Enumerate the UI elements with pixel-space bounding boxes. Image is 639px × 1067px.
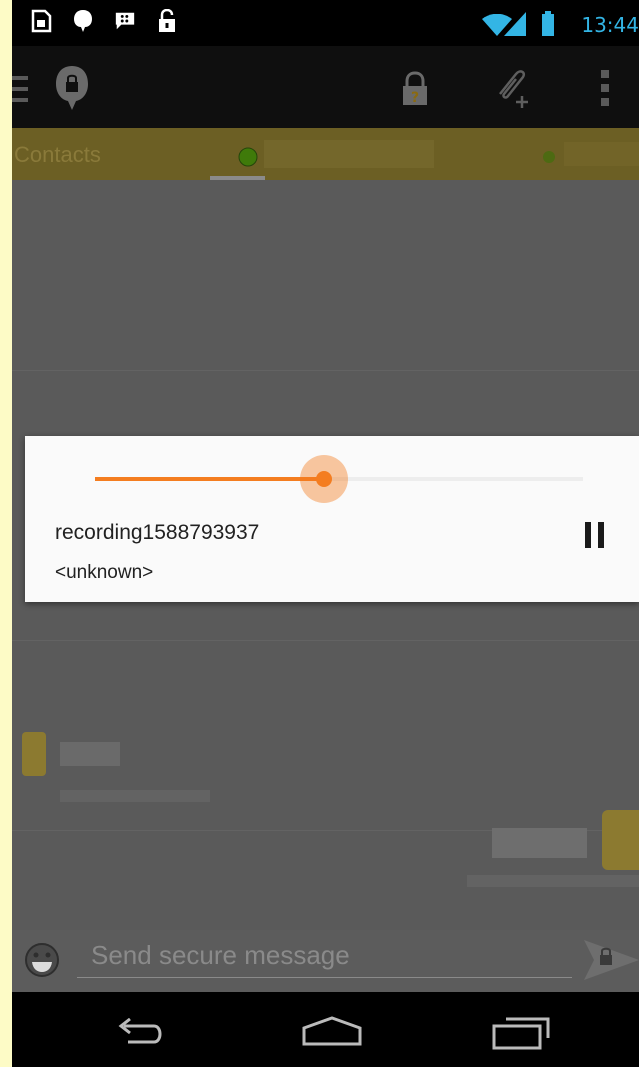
nav-bar — [12, 992, 639, 1067]
home-icon[interactable] — [302, 1016, 362, 1046]
received-timestamp-blurred — [60, 790, 210, 802]
send-lock-icon[interactable] — [584, 938, 639, 980]
audio-player-dialog: recording1588793937 <unknown> — [25, 436, 639, 602]
divider — [12, 370, 639, 371]
bbm-icon — [114, 10, 136, 32]
recording-artist: <unknown> — [55, 562, 154, 583]
battery-icon — [542, 11, 554, 36]
recents-icon[interactable] — [492, 1016, 552, 1050]
message-input[interactable]: Send secure message — [77, 936, 572, 978]
online-dot-icon-2 — [543, 151, 555, 163]
sent-timestamp-blurred — [467, 875, 639, 887]
pause-icon[interactable] — [585, 522, 609, 548]
back-icon[interactable] — [116, 1018, 166, 1046]
menu-icon[interactable] — [12, 76, 28, 102]
tab-conversation-blurred[interactable] — [264, 140, 434, 168]
tab-extra-blurred[interactable] — [564, 142, 639, 166]
lock-question-icon[interactable]: ? — [400, 71, 430, 107]
online-dot-icon — [238, 147, 258, 167]
overflow-icon[interactable] — [601, 70, 609, 106]
sim-icon — [30, 9, 52, 33]
divider — [12, 640, 639, 641]
status-time: 13:44 — [581, 13, 639, 37]
sent-message-blurred — [492, 828, 587, 858]
svg-text:?: ? — [411, 90, 419, 106]
signal-icon — [504, 12, 526, 36]
attach-icon[interactable] — [492, 66, 534, 108]
seekbar-progress — [95, 477, 325, 481]
received-message-blurred — [60, 742, 120, 766]
tab-contacts[interactable]: Contacts — [14, 142, 101, 168]
tab-bar: Contacts — [12, 128, 639, 180]
app-logo-icon[interactable] — [54, 64, 90, 112]
recording-title: recording1588793937 — [55, 521, 260, 544]
emoji-icon[interactable] — [24, 942, 60, 978]
action-bar: ? — [12, 46, 639, 128]
sent-message-accent — [602, 810, 639, 870]
bubble-lock-icon — [72, 10, 94, 32]
status-bar: 13:44 — [12, 0, 639, 46]
unlock-icon — [156, 9, 178, 32]
received-message-accent — [22, 732, 46, 776]
composer: Send secure message — [12, 930, 639, 992]
device-screen: 13:44 ? Contacts Send secure message rec… — [12, 0, 639, 1067]
